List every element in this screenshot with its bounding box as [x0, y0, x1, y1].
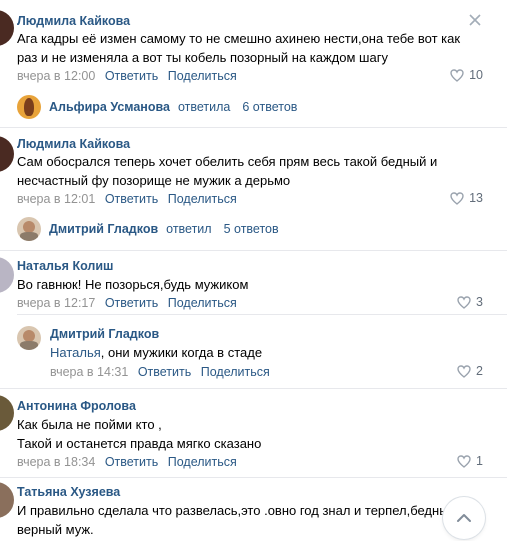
comment-author[interactable]: Наталья Колиш	[17, 259, 113, 273]
heart-icon	[457, 295, 471, 309]
chevron-up-icon	[457, 514, 471, 522]
share-link[interactable]: Поделиться	[168, 455, 237, 469]
mention-link[interactable]: Наталья	[50, 345, 101, 360]
comment-time[interactable]: вчера в 12:00	[17, 69, 95, 83]
heart-icon	[450, 68, 464, 82]
reply-time[interactable]: вчера в 14:31	[50, 365, 128, 379]
reply-link[interactable]: Ответить	[105, 69, 158, 83]
heart-icon	[450, 191, 464, 205]
comment-text-line: Такой и останется правда мягко сказано	[17, 436, 262, 451]
reply-link[interactable]: Ответить	[138, 365, 191, 379]
like-button[interactable]: 1	[457, 454, 483, 468]
like-button[interactable]: 10	[450, 68, 483, 82]
share-link[interactable]: Поделиться	[201, 365, 270, 379]
avatar[interactable]	[0, 10, 14, 46]
like-button[interactable]: 13	[450, 191, 483, 205]
comment-text-line: Сам обосрался теперь хочет обелить себя …	[17, 154, 438, 169]
avatar	[17, 217, 41, 241]
comment: Людмила Кайкова Сам обосрался теперь хоч…	[0, 128, 507, 250]
comment-text-line: Ага кадры её измен самому то не смешно а…	[17, 31, 461, 46]
like-count: 2	[476, 364, 483, 378]
comment-text-line: Во гавнюк! Не позорься,будь мужиком	[17, 277, 249, 292]
avatar	[17, 95, 41, 119]
comment-author[interactable]: Людмила Кайкова	[17, 137, 130, 151]
like-count: 3	[476, 295, 483, 309]
thread-verb: ответил	[166, 222, 212, 236]
like-button[interactable]: 2	[457, 364, 483, 378]
like-count: 1	[476, 454, 483, 468]
reply-link[interactable]: Ответить	[105, 455, 158, 469]
replies-thread[interactable]: Альфира Усманова ответила 6 ответов	[17, 95, 297, 119]
reply-link[interactable]: Ответить	[105, 192, 158, 206]
avatar[interactable]	[17, 326, 41, 350]
comment-meta: вчера в 12:00 Ответить Поделиться	[17, 69, 237, 83]
reply-link[interactable]: Ответить	[105, 296, 158, 310]
comment: Антонина Фролова Как была не пойми кто ,…	[0, 389, 507, 477]
comment-text-line: И правильно сделала что развелась,это .о…	[17, 503, 447, 518]
avatar[interactable]	[0, 257, 14, 293]
thread-count[interactable]: 6 ответов	[242, 100, 297, 114]
comment-text-line: несчастный фу позорище не мужик а дерьмо	[17, 173, 291, 188]
comment-time[interactable]: вчера в 12:01	[17, 192, 95, 206]
comment-author[interactable]: Татьяна Хузяева	[17, 485, 120, 499]
close-icon[interactable]	[469, 14, 481, 26]
comment-author[interactable]: Антонина Фролова	[17, 399, 136, 413]
comment-text-line: Как была не пойми кто ,	[17, 417, 162, 432]
avatar[interactable]	[0, 482, 14, 518]
thread-verb: ответила	[177, 100, 231, 114]
comment-text-line: раз и не изменяла а вот ты кобель позорн…	[17, 50, 388, 65]
like-button[interactable]: 3	[457, 295, 483, 309]
comment-meta: вчера в 12:17 Ответить Поделиться	[17, 296, 237, 310]
thread-author[interactable]: Альфира Усманова	[49, 100, 170, 114]
divider	[17, 314, 507, 315]
comment: Наталья Колиш Во гавнюк! Не позорься,буд…	[0, 251, 507, 388]
thread-count[interactable]: 5 ответов	[224, 222, 279, 236]
reply-text-body: , они мужики когда в стаде	[100, 345, 263, 360]
like-count: 13	[469, 191, 483, 205]
share-link[interactable]: Поделиться	[168, 296, 237, 310]
comment-meta: вчера в 12:01 Ответить Поделиться	[17, 192, 237, 206]
comment-time[interactable]: вчера в 18:34	[17, 455, 95, 469]
comment: Татьяна Хузяева И правильно сделала что …	[0, 478, 507, 541]
reply-author[interactable]: Дмитрий Гладков	[50, 327, 159, 341]
comment-author[interactable]: Людмила Кайкова	[17, 14, 130, 28]
scroll-up-button[interactable]	[443, 497, 485, 539]
thread-author[interactable]: Дмитрий Гладков	[49, 222, 158, 236]
share-link[interactable]: Поделиться	[168, 192, 237, 206]
comment-text-line: верный муж.	[17, 522, 94, 537]
comment-time[interactable]: вчера в 12:17	[17, 296, 95, 310]
replies-thread[interactable]: Дмитрий Гладков ответил 5 ответов	[17, 217, 279, 241]
like-count: 10	[469, 68, 483, 82]
reply-text: Наталья, они мужики когда в стаде	[50, 343, 262, 362]
heart-icon	[457, 454, 471, 468]
avatar[interactable]	[0, 136, 14, 172]
share-link[interactable]: Поделиться	[168, 69, 237, 83]
reply-meta: вчера в 14:31 Ответить Поделиться	[50, 365, 270, 379]
heart-icon	[457, 364, 471, 378]
comment-meta: вчера в 18:34 Ответить Поделиться	[17, 455, 237, 469]
avatar[interactable]	[0, 395, 14, 431]
comment: Людмила Кайкова Ага кадры её измен самом…	[0, 0, 507, 128]
